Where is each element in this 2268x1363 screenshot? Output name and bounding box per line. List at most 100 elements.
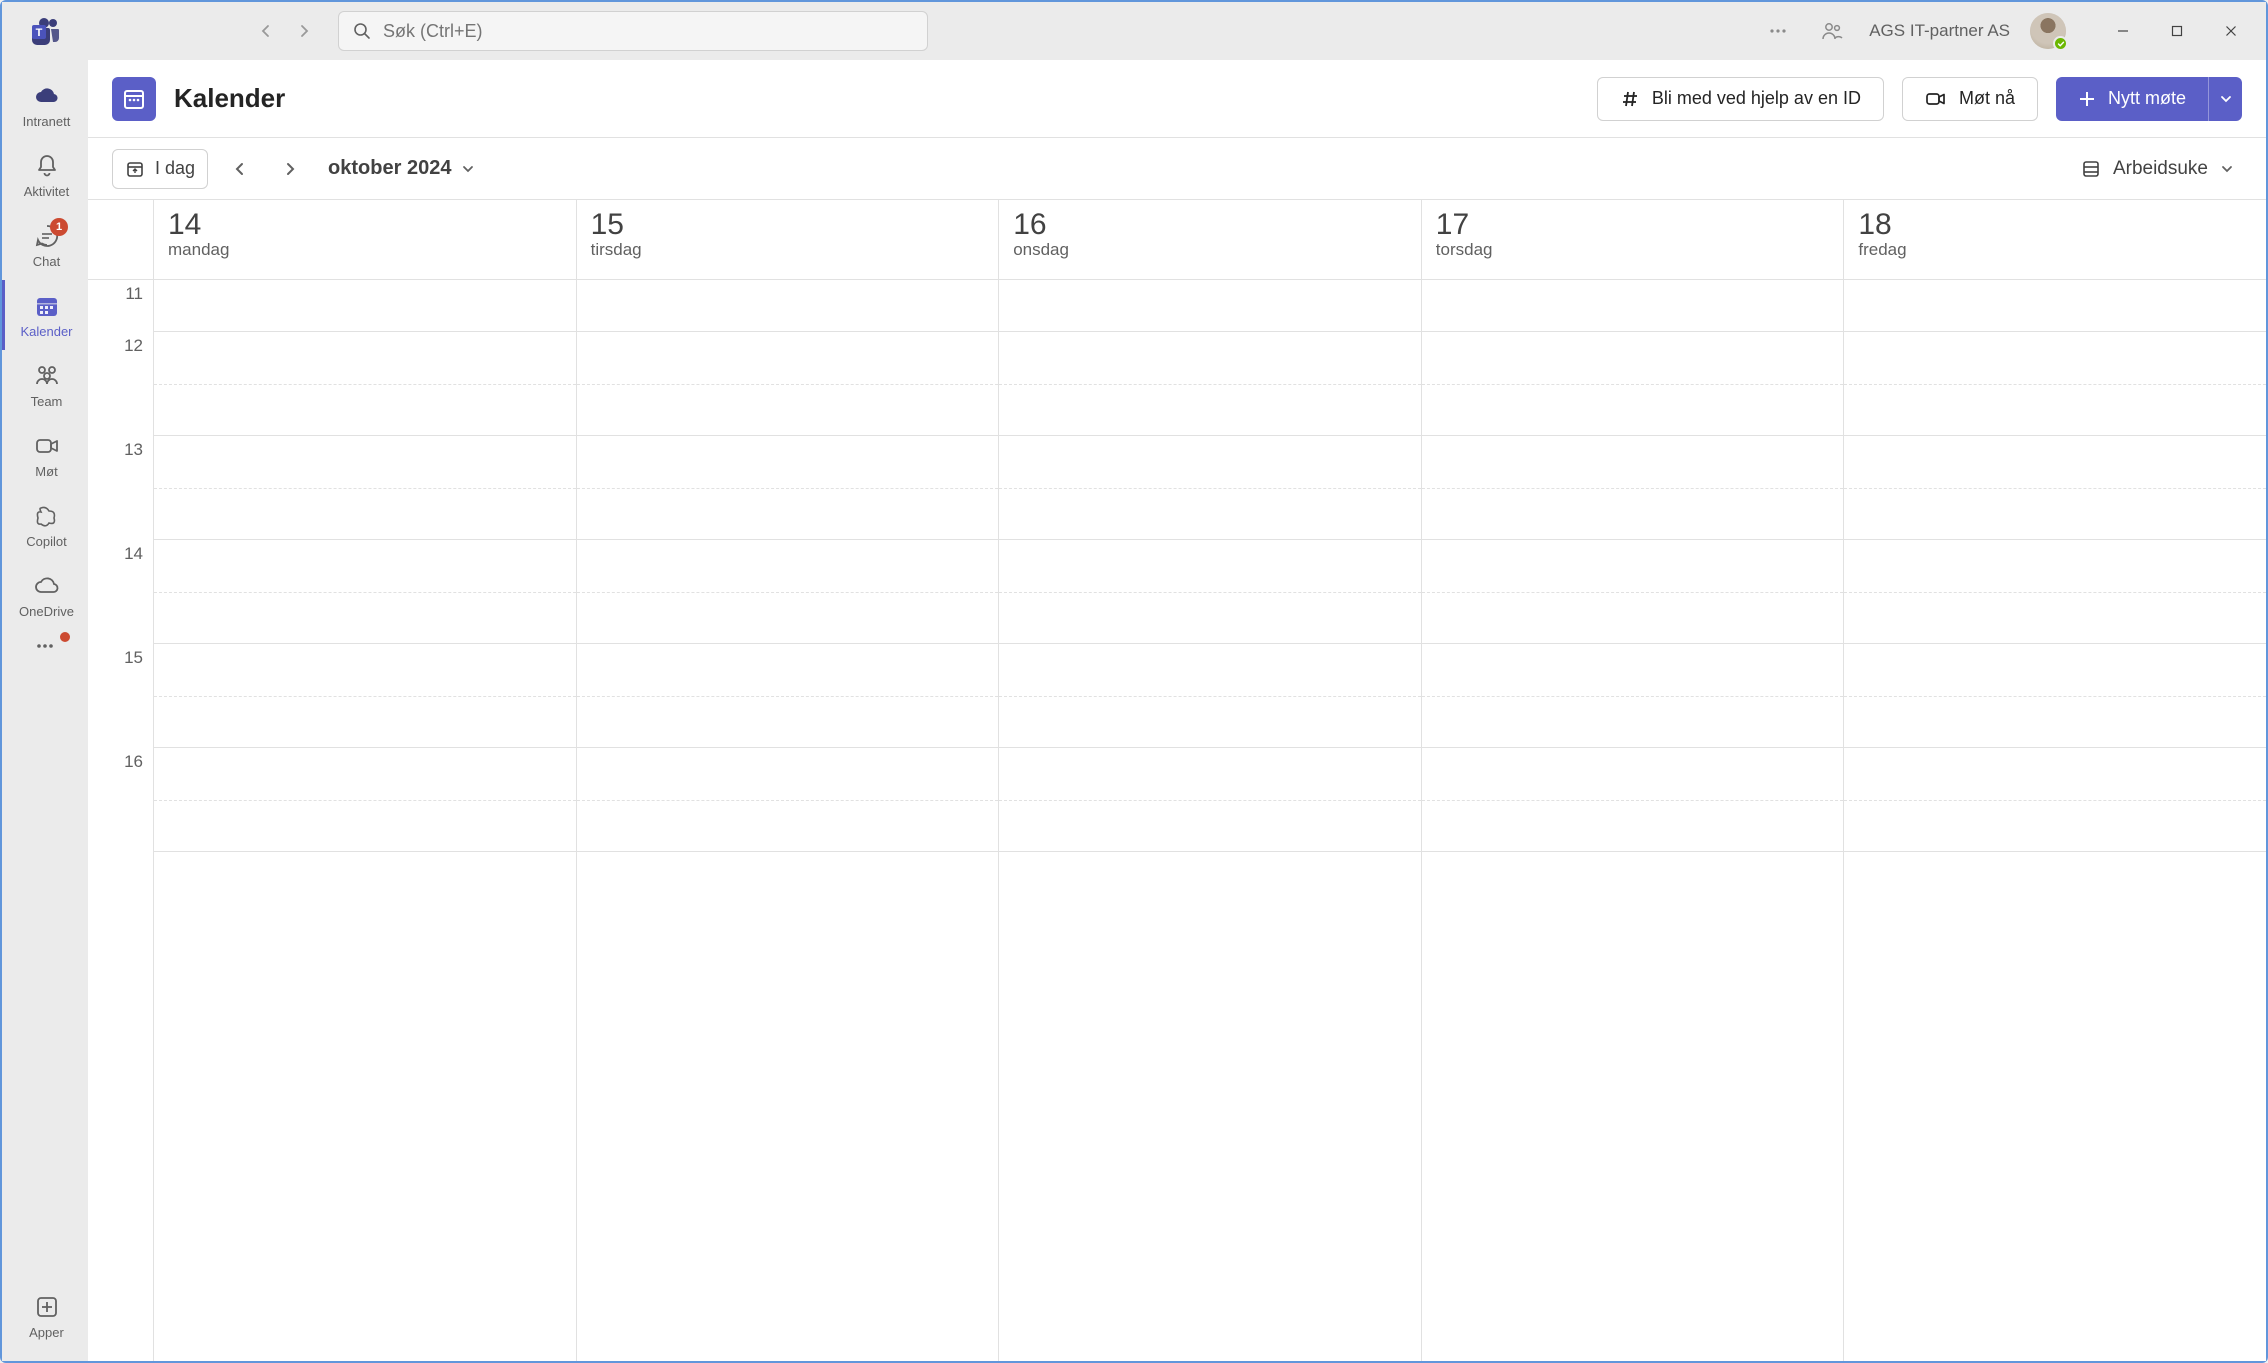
- people-icon[interactable]: [1815, 14, 1849, 48]
- sidebar-item-onedrive[interactable]: OneDrive: [2, 560, 88, 630]
- sidebar-item-copilot[interactable]: Copilot: [2, 490, 88, 560]
- today-button[interactable]: I dag: [112, 149, 208, 189]
- time-slot[interactable]: [577, 332, 999, 436]
- video-icon: [33, 432, 61, 460]
- day-name: torsdag: [1436, 240, 1830, 260]
- time-slot[interactable]: [1422, 748, 1844, 852]
- time-slot[interactable]: [154, 540, 576, 644]
- time-slot[interactable]: [577, 644, 999, 748]
- calendar-today-icon: [125, 159, 145, 179]
- day-number: 14: [168, 208, 562, 242]
- sidebar-item-mot[interactable]: Møt: [2, 420, 88, 490]
- svg-text:T: T: [36, 27, 43, 39]
- time-label: 13: [88, 436, 153, 540]
- day-name: onsdag: [1013, 240, 1407, 260]
- time-slot[interactable]: [577, 540, 999, 644]
- list-icon: [2081, 159, 2101, 179]
- day-header[interactable]: 15tirsdag: [577, 200, 999, 280]
- time-slot[interactable]: [1844, 436, 2266, 540]
- forward-button[interactable]: [286, 13, 322, 49]
- next-period-button[interactable]: [272, 151, 308, 187]
- time-slot[interactable]: [1844, 332, 2266, 436]
- sidebar-item-intranett[interactable]: Intranett: [2, 70, 88, 140]
- close-button[interactable]: [2204, 11, 2258, 51]
- day-header[interactable]: 17torsdag: [1422, 200, 1844, 280]
- new-meeting-button[interactable]: Nytt møte: [2056, 77, 2208, 121]
- main-content: Kalender Bli med ved hjelp av en ID Møt …: [88, 60, 2266, 1361]
- day-number: 18: [1858, 208, 2252, 242]
- time-slot[interactable]: [1422, 540, 1844, 644]
- join-by-id-button[interactable]: Bli med ved hjelp av en ID: [1597, 77, 1884, 121]
- day-name: tirsdag: [591, 240, 985, 260]
- video-icon: [1925, 88, 1947, 110]
- time-slot[interactable]: [154, 436, 576, 540]
- sidebar-item-chat[interactable]: 1 Chat: [2, 210, 88, 280]
- time-slot[interactable]: [999, 332, 1421, 436]
- day-name: mandag: [168, 240, 562, 260]
- prev-period-button[interactable]: [222, 151, 258, 187]
- notification-dot-icon: [60, 632, 70, 642]
- day-header[interactable]: 14mandag: [154, 200, 576, 280]
- time-slot[interactable]: [154, 644, 576, 748]
- search-box[interactable]: [338, 11, 928, 51]
- history-nav: [248, 13, 322, 49]
- time-slot[interactable]: [1422, 436, 1844, 540]
- time-slot[interactable]: [999, 644, 1421, 748]
- time-slot[interactable]: [1844, 748, 2266, 852]
- time-slot[interactable]: [154, 748, 576, 852]
- more-icon[interactable]: [1761, 14, 1795, 48]
- plus-icon: [2078, 90, 2096, 108]
- time-label: 14: [88, 540, 153, 644]
- cloud-outline-icon: [33, 572, 61, 600]
- view-switcher[interactable]: Arbeidsuke: [2073, 152, 2242, 186]
- day-header[interactable]: 18fredag: [1844, 200, 2266, 280]
- calendar-icon: [33, 292, 61, 320]
- time-slot[interactable]: [1844, 540, 2266, 644]
- day-column: 14mandag: [154, 200, 577, 1361]
- time-slot[interactable]: [999, 540, 1421, 644]
- time-slot[interactable]: [1422, 644, 1844, 748]
- new-meeting-dropdown[interactable]: [2208, 77, 2242, 121]
- time-slot[interactable]: [154, 280, 576, 332]
- time-slot[interactable]: [577, 748, 999, 852]
- time-slot[interactable]: [1844, 644, 2266, 748]
- sidebar-item-apper[interactable]: Apper: [2, 1281, 88, 1351]
- minimize-button[interactable]: [2096, 11, 2150, 51]
- month-picker[interactable]: oktober 2024: [322, 153, 481, 184]
- time-label: 11: [88, 280, 153, 332]
- search-icon: [353, 22, 371, 40]
- time-slot[interactable]: [577, 280, 999, 332]
- avatar[interactable]: [2030, 13, 2066, 49]
- time-slot[interactable]: [154, 332, 576, 436]
- sidebar-more[interactable]: [2, 630, 88, 662]
- day-header[interactable]: 16onsdag: [999, 200, 1421, 280]
- bell-icon: [33, 152, 61, 180]
- new-meeting-group: Nytt møte: [2056, 77, 2242, 121]
- apps-icon: [33, 1293, 61, 1321]
- time-slot[interactable]: [577, 436, 999, 540]
- search-input[interactable]: [383, 21, 913, 42]
- chevron-down-icon: [461, 162, 475, 176]
- calendar-toolbar: I dag oktober 2024 Arbeidsuke: [88, 138, 2266, 200]
- chat-badge: 1: [50, 218, 68, 236]
- time-slot[interactable]: [1422, 280, 1844, 332]
- back-button[interactable]: [248, 13, 284, 49]
- title-bar: T AGS IT-partner AS: [2, 2, 2266, 60]
- time-slot[interactable]: [1422, 332, 1844, 436]
- maximize-button[interactable]: [2150, 11, 2204, 51]
- time-slot[interactable]: [999, 748, 1421, 852]
- teams-logo: T: [22, 7, 70, 55]
- sidebar-item-aktivitet[interactable]: Aktivitet: [2, 140, 88, 210]
- day-column: 16onsdag: [999, 200, 1422, 1361]
- time-slot[interactable]: [999, 436, 1421, 540]
- day-name: fredag: [1858, 240, 2252, 260]
- app-rail: Intranett Aktivitet 1 Chat Kalender Te: [2, 60, 88, 1361]
- day-column: 18fredag: [1844, 200, 2266, 1361]
- time-slot[interactable]: [1844, 280, 2266, 332]
- time-slot[interactable]: [999, 280, 1421, 332]
- meet-now-button[interactable]: Møt nå: [1902, 77, 2038, 121]
- sidebar-item-kalender[interactable]: Kalender: [2, 280, 88, 350]
- sidebar-item-team[interactable]: Team: [2, 350, 88, 420]
- day-number: 17: [1436, 208, 1830, 242]
- page-title: Kalender: [174, 83, 285, 114]
